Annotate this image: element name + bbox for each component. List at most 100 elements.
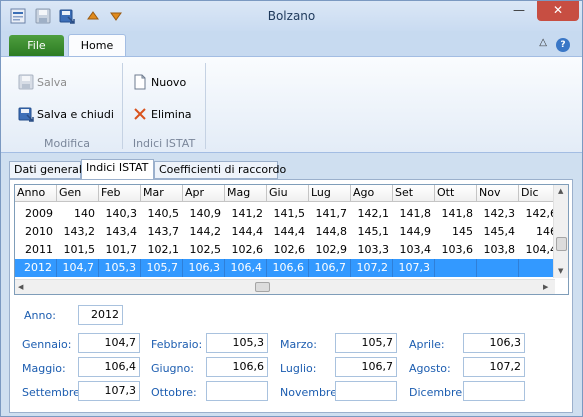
cell[interactable]: 141,2 bbox=[225, 205, 267, 223]
column-header[interactable]: Mag bbox=[225, 185, 267, 201]
column-header[interactable]: Giu bbox=[267, 185, 309, 201]
cell[interactable]: 143,7 bbox=[141, 223, 183, 241]
column-header[interactable]: Set bbox=[393, 185, 435, 201]
cell[interactable]: 103,6 bbox=[435, 241, 477, 259]
table-row[interactable]: 2009 140 140,3 140,5 140,9 141,2 141,5 1… bbox=[15, 205, 561, 223]
scroll-left-icon[interactable]: ◀ bbox=[18, 283, 23, 291]
collapse-ribbon-icon[interactable]: △ bbox=[539, 37, 547, 48]
scroll-thumb[interactable] bbox=[556, 237, 567, 251]
help-icon[interactable]: ? bbox=[556, 38, 570, 52]
cell[interactable]: 144,9 bbox=[393, 223, 435, 241]
cell[interactable]: 141,5 bbox=[267, 205, 309, 223]
indici-grid[interactable]: Anno Gen Feb Mar Apr Mag Giu Lug Ago Set… bbox=[14, 184, 569, 295]
table-row-selected[interactable]: 2012 104,7 105,3 105,7 106,3 106,4 106,6… bbox=[15, 259, 561, 277]
column-header[interactable]: Nov bbox=[477, 185, 519, 201]
cell[interactable]: 102,5 bbox=[183, 241, 225, 259]
cell[interactable]: 140,3 bbox=[99, 205, 141, 223]
cell[interactable]: 145,1 bbox=[351, 223, 393, 241]
settembre-field[interactable]: 107,3 bbox=[78, 381, 140, 401]
delete-button[interactable]: Elimina bbox=[132, 103, 192, 125]
tab-dati-generali[interactable]: Dati generali bbox=[9, 161, 85, 179]
maggio-field[interactable]: 106,4 bbox=[78, 357, 140, 377]
horizontal-scrollbar[interactable]: ◀ ▶ bbox=[15, 279, 555, 294]
cell[interactable]: 144,4 bbox=[225, 223, 267, 241]
cell[interactable]: 141,8 bbox=[435, 205, 477, 223]
cell[interactable]: 106,3 bbox=[183, 259, 225, 277]
cell[interactable]: 102,9 bbox=[309, 241, 351, 259]
column-header[interactable]: Ott bbox=[435, 185, 477, 201]
cell[interactable]: 2009 bbox=[15, 205, 57, 223]
tab-home[interactable]: Home bbox=[68, 34, 126, 58]
cell[interactable]: 144,2 bbox=[183, 223, 225, 241]
gennaio-field[interactable]: 104,7 bbox=[78, 333, 140, 353]
cell[interactable]: 140,5 bbox=[141, 205, 183, 223]
save-and-close-label: Salva e chiudi bbox=[37, 107, 114, 121]
cell[interactable]: 2010 bbox=[15, 223, 57, 241]
cell[interactable]: 142,1 bbox=[351, 205, 393, 223]
column-header[interactable]: Anno bbox=[15, 185, 57, 201]
cell[interactable]: 144,4 bbox=[267, 223, 309, 241]
scroll-up-icon[interactable]: ▲ bbox=[558, 187, 563, 195]
tab-coefficienti[interactable]: Coefficienti di raccordo bbox=[154, 161, 286, 179]
cell[interactable]: 106,7 bbox=[309, 259, 351, 277]
tab-indici-istat[interactable]: Indici ISTAT bbox=[81, 159, 154, 180]
scroll-thumb[interactable] bbox=[255, 282, 270, 292]
tab-file[interactable]: File bbox=[9, 35, 64, 57]
cell[interactable]: 101,7 bbox=[99, 241, 141, 259]
cell[interactable]: 107,2 bbox=[351, 259, 393, 277]
cell[interactable]: 2012 bbox=[15, 259, 57, 277]
cell[interactable]: 141,8 bbox=[393, 205, 435, 223]
new-button[interactable]: Nuovo bbox=[132, 71, 186, 93]
luglio-field[interactable]: 106,7 bbox=[335, 357, 397, 377]
marzo-field[interactable]: 105,7 bbox=[335, 333, 397, 353]
cell[interactable]: 141,7 bbox=[309, 205, 351, 223]
ottobre-field[interactable] bbox=[206, 381, 268, 401]
cell[interactable]: 103,8 bbox=[477, 241, 519, 259]
giugno-field[interactable]: 106,6 bbox=[206, 357, 268, 377]
save-and-close-button[interactable]: Salva e chiudi bbox=[18, 103, 114, 125]
cell[interactable]: 140 bbox=[57, 205, 99, 223]
agosto-field[interactable]: 107,2 bbox=[463, 357, 525, 377]
scroll-right-icon[interactable]: ▶ bbox=[543, 283, 548, 291]
cell[interactable]: 140,9 bbox=[183, 205, 225, 223]
cell[interactable]: 102,6 bbox=[267, 241, 309, 259]
cell[interactable]: 142,3 bbox=[477, 205, 519, 223]
cell[interactable]: 145,4 bbox=[477, 223, 519, 241]
column-header[interactable]: Feb bbox=[99, 185, 141, 201]
cell[interactable]: 106,4 bbox=[225, 259, 267, 277]
cell[interactable]: 102,1 bbox=[141, 241, 183, 259]
cell[interactable]: 103,3 bbox=[351, 241, 393, 259]
cell[interactable]: 143,4 bbox=[99, 223, 141, 241]
column-header[interactable]: Apr bbox=[183, 185, 225, 201]
table-row[interactable]: 2011 101,5 101,7 102,1 102,5 102,6 102,6… bbox=[15, 241, 561, 259]
column-header[interactable]: Lug bbox=[309, 185, 351, 201]
table-row[interactable]: 2010 143,2 143,4 143,7 144,2 144,4 144,4… bbox=[15, 223, 561, 241]
column-header[interactable]: Ago bbox=[351, 185, 393, 201]
cell[interactable]: 103,4 bbox=[393, 241, 435, 259]
cell[interactable]: 105,3 bbox=[99, 259, 141, 277]
dicembre-field[interactable] bbox=[463, 381, 525, 401]
cell[interactable]: 145 bbox=[435, 223, 477, 241]
vertical-scrollbar[interactable]: ▲ ▼ bbox=[553, 185, 568, 278]
cell[interactable]: 144,8 bbox=[309, 223, 351, 241]
cell[interactable]: 106,6 bbox=[267, 259, 309, 277]
novembre-field[interactable] bbox=[335, 381, 397, 401]
cell[interactable]: 104,7 bbox=[57, 259, 99, 277]
cell[interactable]: 102,6 bbox=[225, 241, 267, 259]
cell[interactable]: 143,2 bbox=[57, 223, 99, 241]
cell[interactable]: 107,3 bbox=[393, 259, 435, 277]
febbraio-field[interactable]: 105,3 bbox=[206, 333, 268, 353]
column-header[interactable]: Mar bbox=[141, 185, 183, 201]
cell[interactable] bbox=[435, 259, 477, 277]
cell[interactable]: 105,7 bbox=[141, 259, 183, 277]
cell[interactable]: 2011 bbox=[15, 241, 57, 259]
cell[interactable]: 101,5 bbox=[57, 241, 99, 259]
save-button[interactable]: Salva bbox=[18, 71, 67, 93]
column-header[interactable]: Gen bbox=[57, 185, 99, 201]
minimize-button[interactable]: — bbox=[506, 1, 532, 21]
close-button[interactable]: ✕ bbox=[537, 1, 579, 21]
anno-field[interactable]: 2012 bbox=[78, 305, 123, 325]
scroll-down-icon[interactable]: ▼ bbox=[558, 267, 563, 275]
cell[interactable] bbox=[477, 259, 519, 277]
aprile-field[interactable]: 106,3 bbox=[463, 333, 525, 353]
